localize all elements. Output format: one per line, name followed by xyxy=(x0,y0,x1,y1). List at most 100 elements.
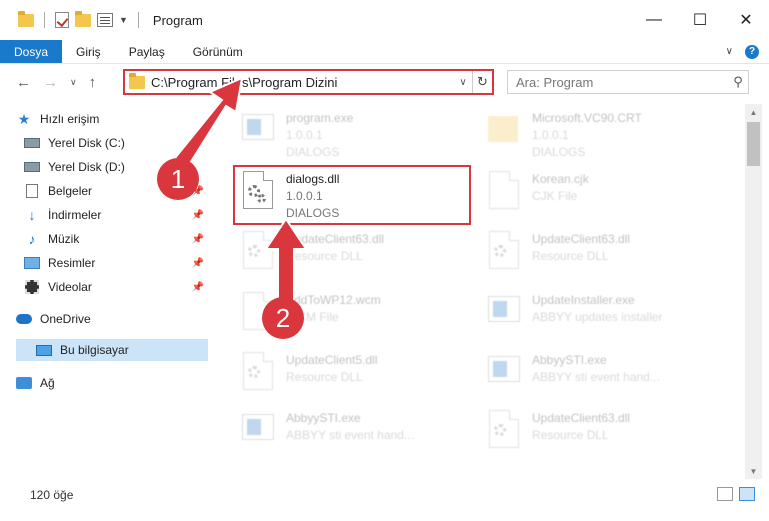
vertical-scrollbar[interactable]: ▲ ▼ xyxy=(745,104,762,479)
pin-icon[interactable]: 📌 xyxy=(192,282,204,293)
status-bar: 120 öğe xyxy=(0,482,769,508)
item-count: 120 öğe xyxy=(30,488,74,502)
search-placeholder[interactable]: Ara: Program xyxy=(516,75,728,90)
explorer-window: ▼ Program — ☐ ✕ Dosya Giriş Paylaş Görün… xyxy=(0,0,769,521)
file-name: Korean.cjk xyxy=(532,172,589,186)
sidebar-item-label: Videolar xyxy=(48,280,92,294)
disk-icon xyxy=(24,136,40,150)
computer-icon xyxy=(36,343,52,357)
scroll-thumb[interactable] xyxy=(747,122,760,166)
file-item[interactable]: UpdateClient63.dll Resource DLL xyxy=(480,406,720,464)
dll-gear-file-icon xyxy=(240,352,276,396)
file-name: UpdateInstaller.exe xyxy=(532,293,635,307)
up-arrow-icon[interactable]: ↑ xyxy=(89,74,97,91)
search-icon[interactable]: ⚲ xyxy=(728,74,748,90)
annotation-badge-2: 2 xyxy=(262,297,304,339)
properties-check-icon[interactable] xyxy=(55,12,69,28)
tab-view[interactable]: Görünüm xyxy=(179,40,257,63)
refresh-icon[interactable]: ↻ xyxy=(472,71,492,93)
file-type: Resource DLL xyxy=(286,370,363,384)
exe-file-icon xyxy=(240,410,276,454)
pin-icon[interactable]: 📌 xyxy=(192,234,204,245)
back-arrow-icon[interactable]: ← xyxy=(16,74,31,91)
exe-file-icon xyxy=(486,292,522,336)
quick-access-toolbar: ▼ xyxy=(0,10,143,28)
recent-locations-chevron-icon[interactable]: ∨ xyxy=(70,77,77,88)
sidebar-item-pictures[interactable]: Resimler 📌 xyxy=(24,252,208,274)
file-name: UpdateClient63.dll xyxy=(532,411,631,425)
ribbon-tabs: Dosya Giriş Paylaş Görünüm ∨ ? xyxy=(0,40,769,64)
tiles-view-icon[interactable] xyxy=(739,487,755,501)
file-name: UpdateClient5.dll xyxy=(286,353,378,367)
tab-file[interactable]: Dosya xyxy=(0,40,63,63)
window-controls: — ☐ ✕ xyxy=(631,0,769,40)
expand-ribbon-chevron-icon[interactable]: ∨ xyxy=(726,46,733,57)
download-icon: ↓ xyxy=(28,207,36,223)
navigation-buttons: ← → ∨ ↑ xyxy=(0,74,120,91)
file-item[interactable]: Microsoft.VC90.CRT 1.0.0.1 DIALOGS xyxy=(480,106,720,164)
video-icon xyxy=(24,280,40,294)
pictures-icon xyxy=(24,256,40,270)
file-type: ABBYY sti event hand... xyxy=(286,428,414,442)
sidebar-item-onedrive[interactable]: OneDrive xyxy=(16,308,208,330)
disk-icon xyxy=(24,160,40,174)
sidebar-item-downloads[interactable]: ↓ İndirmeler 📌 xyxy=(24,204,208,226)
dll-gear-file-icon xyxy=(486,231,522,275)
file-item[interactable]: AbbyySTI.exe ABBYY sti event hand... xyxy=(480,348,720,406)
file-name: program.exe xyxy=(286,111,354,125)
pin-icon[interactable]: 📌 xyxy=(192,258,204,269)
close-button[interactable]: ✕ xyxy=(723,0,769,40)
star-icon: ★ xyxy=(17,110,31,127)
sidebar-item-label: Hızlı erişim xyxy=(40,112,100,126)
file-version: 1.0.0.1 xyxy=(532,128,569,142)
new-folder-icon[interactable] xyxy=(75,10,91,27)
address-row: ← → ∨ ↑ C:\Program Files\Program Dizini … xyxy=(0,64,769,100)
file-item[interactable]: Korean.cjk CJK File xyxy=(480,167,720,225)
sidebar-item-videos[interactable]: Videolar 📌 xyxy=(24,276,208,298)
file-item[interactable]: UpdateInstaller.exe ABBYY updates instal… xyxy=(480,288,720,346)
file-type: Resource DLL xyxy=(532,428,609,442)
exe-file-icon xyxy=(486,352,522,396)
file-icon xyxy=(486,171,522,215)
forward-arrow-icon[interactable]: → xyxy=(43,74,58,91)
music-icon: ♪ xyxy=(28,231,36,247)
file-type: ABBYY updates installer xyxy=(532,310,663,324)
ribbon-right: ∨ ? xyxy=(726,40,769,63)
tab-home[interactable]: Giriş xyxy=(62,40,115,63)
sidebar-item-label: Belgeler xyxy=(48,184,93,198)
folder-icon[interactable] xyxy=(18,10,34,27)
sidebar-item-label: İndirmeler xyxy=(48,208,102,222)
file-type: Resource DLL xyxy=(532,249,609,263)
scroll-down-icon[interactable]: ▼ xyxy=(745,463,762,479)
customize-toolbar-chevron-icon[interactable]: ▼ xyxy=(119,15,128,25)
minimize-button[interactable]: — xyxy=(631,0,677,40)
file-item[interactable]: UpdateClient5.dll Resource DLL xyxy=(234,348,474,406)
file-item[interactable]: UpdateClient63.dll Resource DLL xyxy=(480,227,720,285)
sidebar-item-music[interactable]: ♪ Müzik 📌 xyxy=(24,228,208,250)
sidebar-item-label: Bu bilgisayar xyxy=(60,343,129,357)
document-icon xyxy=(24,184,40,198)
separator xyxy=(137,12,139,28)
help-icon[interactable]: ? xyxy=(745,44,759,59)
dll-gear-file-icon xyxy=(486,410,522,454)
address-dropdown-chevron-icon[interactable]: ∨ xyxy=(454,77,472,88)
file-version: 1.0.0.1 xyxy=(286,128,323,142)
sidebar-item-this-pc[interactable]: Bu bilgisayar xyxy=(16,339,208,361)
scroll-up-icon[interactable]: ▲ xyxy=(745,104,762,120)
search-box[interactable]: Ara: Program ⚲ xyxy=(507,70,749,94)
file-type: ABBYY sti event hand... xyxy=(532,370,660,384)
details-view-icon[interactable] xyxy=(717,487,733,501)
sidebar-item-label: Yerel Disk (C:) xyxy=(48,136,125,150)
view-list-icon[interactable] xyxy=(97,13,113,27)
file-item[interactable]: program.exe 1.0.0.1 DIALOGS xyxy=(234,106,474,164)
annotation-badge-1: 1 xyxy=(157,158,199,200)
cloud-icon xyxy=(16,312,32,326)
file-item[interactable]: AbbyySTI.exe ABBYY sti event hand... xyxy=(234,406,474,464)
sidebar-item-network[interactable]: Ağ xyxy=(16,372,208,394)
file-name: UpdateClient63.dll xyxy=(532,232,631,246)
sidebar-item-label: Müzik xyxy=(48,232,80,246)
maximize-button[interactable]: ☐ xyxy=(677,0,723,40)
file-company: DIALOGS xyxy=(532,145,586,159)
pin-icon[interactable]: 📌 xyxy=(192,210,204,221)
tab-share[interactable]: Paylaş xyxy=(115,40,179,63)
